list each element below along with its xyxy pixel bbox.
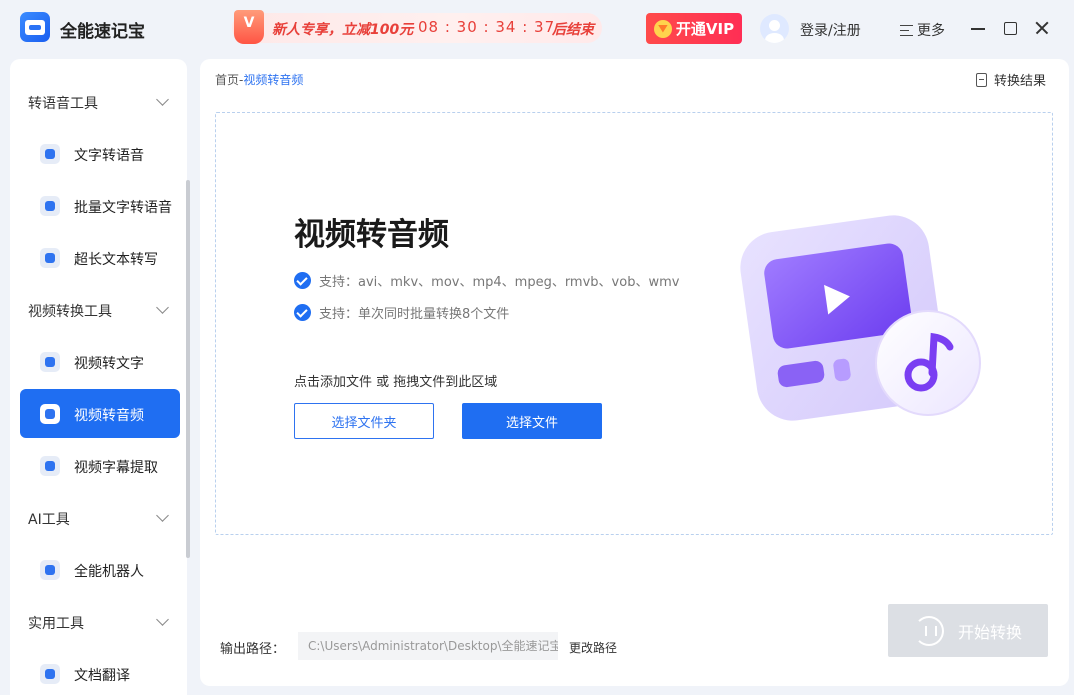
sidebar-item-video-to-text[interactable]: 视频转文字	[20, 337, 180, 386]
sidebar-item-label: 批量文字转语音	[74, 200, 172, 216]
avatar[interactable]	[760, 14, 789, 43]
promo-banner[interactable]: V 新人专享，立减100元 08 : 30 : 34 : 37 后结束	[232, 10, 602, 44]
sidebar-item-label: 文字转语音	[74, 148, 144, 164]
long-text-icon	[40, 248, 60, 268]
sidebar-item-doc-translate[interactable]: 文档翻译	[20, 649, 180, 695]
sidebar-item-text-to-speech[interactable]: 文字转语音	[20, 129, 180, 178]
conversion-result-link[interactable]: 转换结果	[976, 70, 1046, 89]
title-bar: 全能速记宝 V 新人专享，立减100元 08 : 30 : 34 : 37 后结…	[0, 0, 1074, 58]
check-circle-icon	[294, 272, 311, 289]
sidebar-item-subtitle-extract[interactable]: 视频字幕提取	[20, 441, 180, 490]
select-folder-button[interactable]: 选择文件夹	[294, 403, 434, 439]
main-panel: 首页-视频转音频 转换结果 视频转音频 支持：avi、mkv、mov、mp4、m…	[200, 59, 1069, 686]
page-title: 视频转音频	[294, 217, 449, 253]
breadcrumb-home[interactable]: 首页	[215, 73, 239, 87]
more-label: 更多	[917, 23, 945, 39]
menu-icon	[900, 24, 913, 36]
chevron-down-icon[interactable]	[156, 509, 169, 522]
document-icon	[976, 72, 987, 87]
output-path-label: 输出路径：	[220, 642, 286, 657]
sidebar-group-ai[interactable]: AI工具	[28, 509, 70, 529]
sidebar-group-utility[interactable]: 实用工具	[28, 613, 84, 633]
sidebar-item-robot[interactable]: 全能机器人	[20, 545, 180, 594]
sidebar-group-video[interactable]: 视频转换工具	[28, 301, 112, 321]
sidebar-scrollbar[interactable]	[186, 180, 190, 558]
sidebar-item-label: 文档翻译	[74, 668, 130, 684]
sidebar-item-label: 全能机器人	[74, 564, 144, 580]
vip-diamond-icon	[653, 19, 672, 38]
dropzone-hint: 点击添加文件 或 拖拽文件到此区域	[294, 375, 498, 390]
change-path-link[interactable]: 更改路径	[569, 639, 617, 656]
translate-icon	[40, 664, 60, 684]
close-button[interactable]	[1032, 18, 1052, 38]
convert-wave-icon	[913, 615, 944, 646]
sidebar-item-label: 视频转文字	[74, 356, 144, 372]
promo-badge: V	[234, 10, 264, 44]
breadcrumb-current: 视频转音频	[243, 73, 304, 87]
sidebar-group-tts[interactable]: 转语音工具	[28, 93, 98, 113]
check-circle-icon	[294, 304, 311, 321]
sidebar-item-video-to-audio[interactable]: 视频转音频	[20, 389, 180, 438]
support-batch-text: 支持：单次同时批量转换8个文件	[319, 307, 510, 322]
sidebar-item-label: 视频转音频	[74, 408, 144, 424]
minimize-button[interactable]	[968, 18, 988, 38]
vip-label: 开通VIP	[675, 20, 735, 38]
batch-audio-icon	[40, 196, 60, 216]
promo-end-label: 后结束	[552, 22, 594, 38]
conversion-result-label: 转换结果	[994, 74, 1047, 89]
file-dropzone[interactable]: 视频转音频 支持：avi、mkv、mov、mp4、mpeg、rmvb、vob、w…	[215, 112, 1053, 535]
vip-button[interactable]: 开通VIP	[646, 13, 742, 44]
chevron-down-icon[interactable]	[156, 93, 169, 106]
app-name: 全能速记宝	[60, 22, 145, 42]
promo-timer: 08 : 30 : 34 : 37	[418, 18, 556, 36]
sidebar-item-batch-text-to-speech[interactable]: 批量文字转语音	[20, 181, 180, 230]
video-text-icon	[40, 352, 60, 372]
output-path-field[interactable]: C:\Users\Administrator\Desktop\全能速记宝	[298, 632, 558, 660]
promo-text: 新人专享，立减100元	[272, 22, 414, 38]
login-link[interactable]: 登录/注册	[800, 20, 861, 40]
subtitle-extract-icon	[40, 456, 60, 476]
support-batch-row: 支持：单次同时批量转换8个文件	[294, 303, 509, 322]
breadcrumb: 首页-视频转音频	[215, 71, 303, 88]
audio-file-icon	[40, 144, 60, 164]
sidebar-item-label: 视频字幕提取	[74, 460, 158, 476]
support-formats-text: 支持：avi、mkv、mov、mp4、mpeg、rmvb、vob、wmv	[319, 275, 680, 290]
maximize-button[interactable]	[1000, 18, 1020, 38]
select-file-button[interactable]: 选择文件	[462, 403, 602, 439]
support-formats-row: 支持：avi、mkv、mov、mp4、mpeg、rmvb、vob、wmv	[294, 271, 679, 290]
sidebar-item-long-text[interactable]: 超长文本转写	[20, 233, 180, 282]
chevron-down-icon[interactable]	[156, 613, 169, 626]
sidebar-item-label: 超长文本转写	[74, 252, 158, 268]
start-convert-label: 开始转换	[957, 622, 1022, 642]
robot-icon	[40, 560, 60, 580]
sidebar: 转语音工具 文字转语音 批量文字转语音 超长文本转写 视频转换工具 视频转文字 …	[10, 59, 187, 695]
video-to-audio-illustration	[740, 215, 981, 421]
more-button[interactable]: 更多	[900, 20, 945, 40]
video-audio-icon	[40, 404, 60, 424]
start-convert-button[interactable]: 开始转换	[888, 604, 1048, 657]
chevron-down-icon[interactable]	[156, 301, 169, 314]
app-logo-icon	[20, 12, 50, 42]
